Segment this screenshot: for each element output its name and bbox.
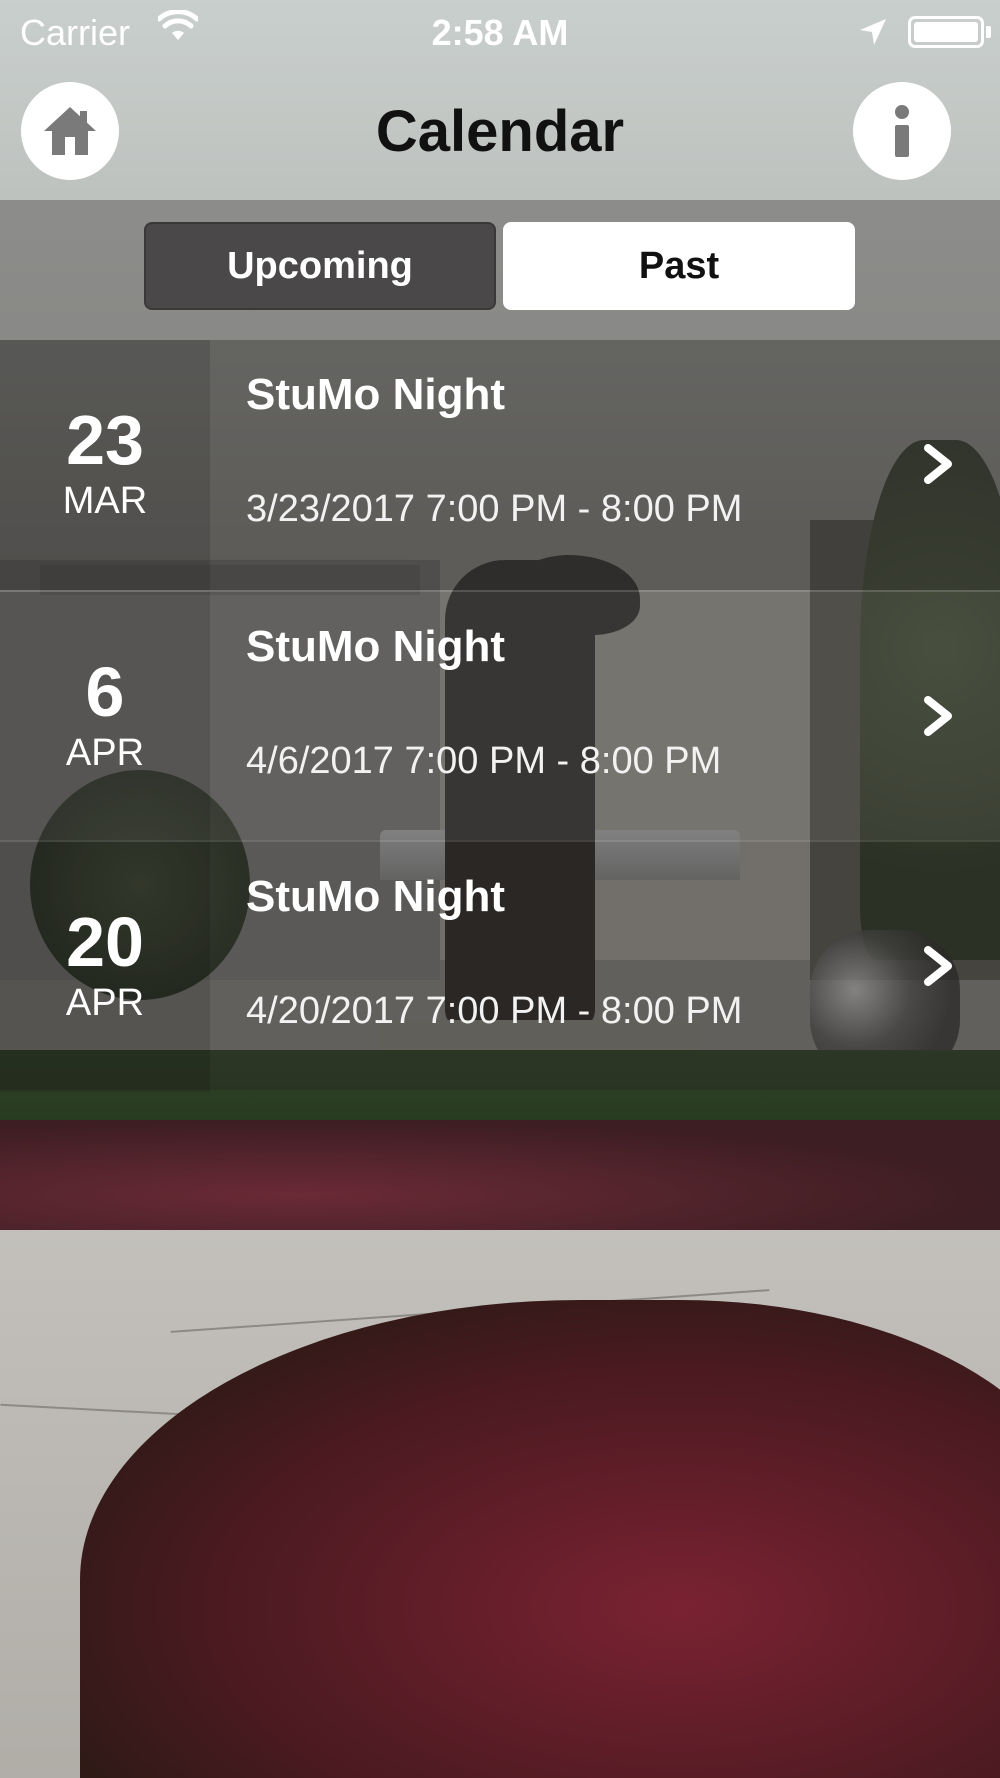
event-date: 20 APR bbox=[0, 842, 210, 1092]
chevron-right-icon bbox=[924, 444, 952, 484]
segmented-control-bar: Upcoming Past bbox=[0, 200, 1000, 340]
location-arrow-icon bbox=[858, 14, 888, 56]
event-day: 20 bbox=[66, 903, 144, 981]
event-title: StuMo Night bbox=[246, 370, 506, 419]
event-row[interactable]: 20 APR StuMo Night 4/20/2017 7:00 PM - 8… bbox=[0, 840, 1000, 1092]
event-date: 6 APR bbox=[0, 592, 210, 842]
event-month: APR bbox=[65, 732, 145, 774]
event-title: StuMo Night bbox=[246, 872, 506, 921]
event-month: APR bbox=[65, 982, 145, 1024]
segment-upcoming[interactable]: Upcoming bbox=[144, 222, 496, 310]
event-date: 23 MAR bbox=[0, 340, 210, 590]
event-time: 4/20/2017 7:00 PM - 8:00 PM bbox=[246, 990, 743, 1032]
event-title: StuMo Night bbox=[246, 622, 506, 671]
chevron-right-icon bbox=[924, 696, 952, 736]
segment-past[interactable]: Past bbox=[503, 222, 855, 310]
event-row[interactable]: 23 MAR StuMo Night 3/23/2017 7:00 PM - 8… bbox=[0, 340, 1000, 590]
status-time: 2:58 AM bbox=[431, 12, 569, 53]
event-day: 6 bbox=[85, 653, 125, 731]
info-button[interactable] bbox=[853, 82, 951, 180]
event-row[interactable]: 6 APR StuMo Night 4/6/2017 7:00 PM - 8:0… bbox=[0, 590, 1000, 842]
status-bar: Carrier 2:58 AM bbox=[0, 0, 1000, 64]
battery-nub bbox=[986, 26, 991, 38]
chevron-right-icon bbox=[924, 946, 952, 986]
event-day: 23 bbox=[66, 401, 144, 479]
nav-header: Calendar bbox=[0, 64, 1000, 200]
info-icon bbox=[895, 105, 909, 157]
event-month: MAR bbox=[62, 480, 148, 522]
event-time: 3/23/2017 7:00 PM - 8:00 PM bbox=[246, 488, 743, 530]
events-list: 23 MAR StuMo Night 3/23/2017 7:00 PM - 8… bbox=[0, 340, 1000, 1092]
page-title: Calendar bbox=[375, 99, 625, 164]
event-time: 4/6/2017 7:00 PM - 8:00 PM bbox=[246, 740, 722, 782]
battery-icon bbox=[908, 16, 984, 48]
